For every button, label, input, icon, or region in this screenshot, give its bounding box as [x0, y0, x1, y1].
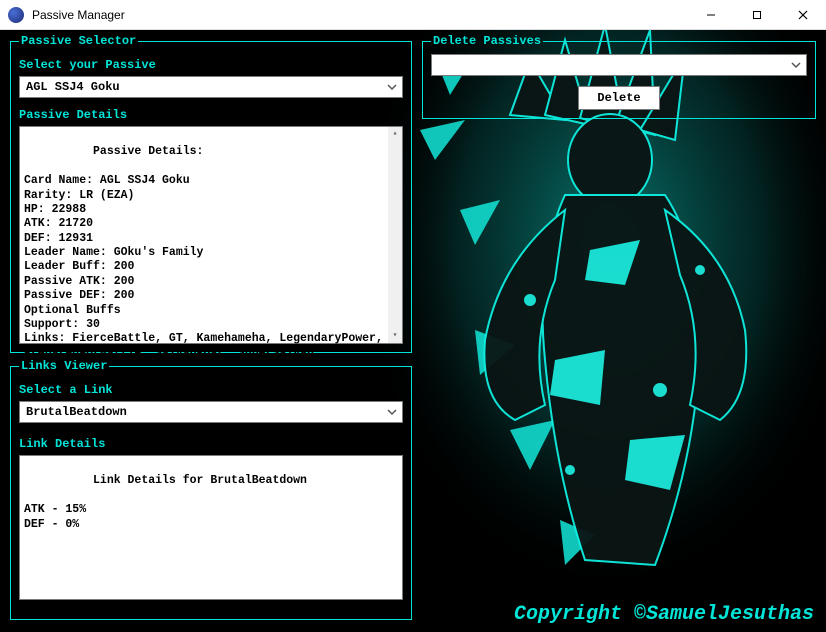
- passive-details-text: Passive Details: Card Name: AGL SSJ4 Gok…: [24, 145, 390, 359]
- titlebar: Passive Manager: [0, 0, 826, 30]
- passive-select[interactable]: AGL SSJ4 Goku: [19, 76, 403, 98]
- chevron-down-icon: [386, 406, 398, 418]
- delete-select[interactable]: [431, 54, 807, 76]
- select-passive-label: Select your Passive: [19, 58, 403, 72]
- passive-selector-legend: Passive Selector: [19, 34, 138, 48]
- app-body: Passive Selector Select your Passive AGL…: [0, 30, 826, 632]
- app-icon: [8, 7, 24, 23]
- select-link-label: Select a Link: [19, 383, 403, 397]
- maximize-button[interactable]: [734, 0, 780, 30]
- link-select-value: BrutalBeatdown: [26, 405, 127, 419]
- link-details-label: Link Details: [19, 437, 403, 451]
- left-column: Passive Selector Select your Passive AGL…: [0, 30, 418, 632]
- delete-passives-legend: Delete Passives: [431, 34, 543, 48]
- scrollbar[interactable]: ▴ ▾: [388, 127, 402, 343]
- passive-details-label: Passive Details: [19, 108, 403, 122]
- scroll-up-icon[interactable]: ▴: [388, 127, 402, 141]
- links-viewer-group: Links Viewer Select a Link BrutalBeatdow…: [10, 359, 412, 620]
- window-title: Passive Manager: [32, 8, 688, 22]
- passive-selector-group: Passive Selector Select your Passive AGL…: [10, 34, 412, 353]
- link-details-text: Link Details for BrutalBeatdown ATK - 15…: [24, 474, 307, 530]
- link-details-textarea[interactable]: Link Details for BrutalBeatdown ATK - 15…: [19, 455, 403, 600]
- close-button[interactable]: [780, 0, 826, 30]
- passive-select-value: AGL SSJ4 Goku: [26, 80, 120, 94]
- copyright-text: Copyright ©SamuelJesuthas: [514, 603, 814, 626]
- scroll-down-icon[interactable]: ▾: [388, 329, 402, 343]
- minimize-button[interactable]: [688, 0, 734, 30]
- window-controls: [688, 0, 826, 29]
- chevron-down-icon: [386, 81, 398, 93]
- passive-details-textarea[interactable]: Passive Details: Card Name: AGL SSJ4 Gok…: [19, 126, 403, 344]
- links-viewer-legend: Links Viewer: [19, 359, 109, 373]
- delete-button[interactable]: Delete: [578, 86, 659, 110]
- right-column: Delete Passives Delete: [418, 30, 826, 632]
- link-select[interactable]: BrutalBeatdown: [19, 401, 403, 423]
- delete-passives-group: Delete Passives Delete: [422, 34, 816, 119]
- chevron-down-icon: [790, 59, 802, 71]
